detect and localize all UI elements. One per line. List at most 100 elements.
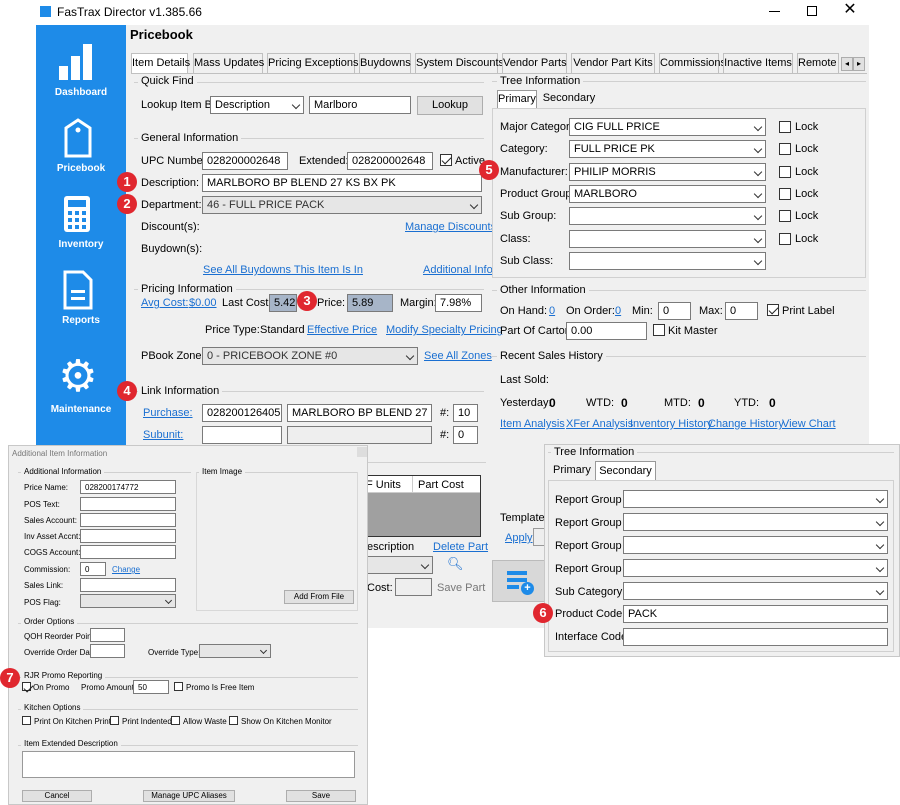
product-group-lock-checkbox[interactable] bbox=[779, 188, 791, 200]
product-group-select[interactable]: MARLBORO bbox=[569, 185, 766, 203]
purchase-link[interactable]: Purchase: bbox=[143, 407, 193, 419]
min-input[interactable]: 0 bbox=[658, 302, 691, 320]
avg-cost-link[interactable]: Avg Cost: bbox=[141, 297, 189, 309]
purchase-qty-input[interactable]: 10 bbox=[453, 404, 478, 422]
tree-tab-secondary[interactable]: Secondary bbox=[539, 90, 599, 108]
tab-scroll-right-button[interactable]: ▸ bbox=[853, 57, 865, 71]
manufacturer-lock-checkbox[interactable] bbox=[779, 166, 791, 178]
subunit-link[interactable]: Subunit: bbox=[143, 429, 183, 441]
product-code-input[interactable]: PACK bbox=[623, 605, 888, 623]
margin-input[interactable]: 7.98% bbox=[435, 294, 482, 312]
sub-category-select[interactable] bbox=[623, 582, 888, 600]
secondary-tab-secondary[interactable]: Secondary bbox=[595, 461, 656, 481]
on-hand-value[interactable]: 0 bbox=[549, 305, 555, 317]
extended-input[interactable]: 028200002648 bbox=[347, 152, 433, 170]
search-icon[interactable]: 🔍︎ bbox=[447, 557, 464, 570]
modify-specialty-link[interactable]: Modify Specialty Pricing bbox=[386, 324, 503, 336]
minimize-icon[interactable] bbox=[769, 11, 780, 12]
upc-input[interactable]: 028200002648 bbox=[202, 152, 288, 170]
lookup-query-input[interactable]: Marlboro bbox=[309, 96, 411, 114]
manufacturer-select[interactable]: PHILIP MORRIS bbox=[569, 163, 766, 181]
delete-part-link[interactable]: Delete Part bbox=[433, 541, 488, 553]
cancel-button[interactable]: Cancel bbox=[22, 790, 92, 802]
department-select[interactable]: 46 - FULL PRICE PACK bbox=[202, 196, 482, 214]
report-group-2-select[interactable] bbox=[623, 513, 888, 531]
max-input[interactable]: 0 bbox=[725, 302, 758, 320]
promo-free-checkbox[interactable] bbox=[174, 682, 183, 691]
qoh-input[interactable] bbox=[90, 628, 125, 642]
add-from-file-button[interactable]: Add From File bbox=[284, 590, 354, 604]
purchase-desc-input[interactable]: MARLBORO BP BLEND 27 KS BX bbox=[287, 404, 432, 422]
tab-buydowns[interactable]: Buydowns bbox=[359, 53, 411, 73]
additional-info-link[interactable]: Additional Info bbox=[423, 264, 493, 276]
promo-amount-input[interactable]: 50 bbox=[133, 680, 169, 694]
save-button[interactable]: Save bbox=[286, 790, 356, 802]
inventory-history-link[interactable]: Inventory History bbox=[630, 418, 713, 430]
tab-scroll-left-button[interactable]: ◂ bbox=[841, 57, 853, 71]
avg-cost-value[interactable]: $0.00 bbox=[189, 297, 217, 309]
tab-inactive-items[interactable]: Inactive Items bbox=[723, 53, 793, 73]
commission-input[interactable]: 0 bbox=[80, 562, 106, 576]
on-order-value[interactable]: 0 bbox=[615, 305, 621, 317]
major-category-lock-checkbox[interactable] bbox=[779, 121, 791, 133]
subunit-qty-input[interactable]: 0 bbox=[453, 426, 478, 444]
sub-group-lock-checkbox[interactable] bbox=[779, 210, 791, 222]
sales-link-input[interactable] bbox=[80, 578, 176, 592]
cogs-input[interactable] bbox=[80, 545, 176, 559]
pos-text-input[interactable] bbox=[80, 497, 176, 511]
class-select[interactable] bbox=[569, 230, 766, 248]
close-icon[interactable]: ✕ bbox=[843, 2, 857, 18]
part-of-carton-input[interactable]: 0.00 bbox=[566, 322, 647, 340]
xfer-analysis-link[interactable]: XFer Analysis bbox=[566, 418, 633, 430]
see-all-zones-link[interactable]: See All Zones bbox=[424, 350, 492, 362]
description-input[interactable]: MARLBORO BP BLEND 27 KS BX PK bbox=[202, 174, 482, 192]
maximize-icon[interactable] bbox=[807, 6, 817, 16]
class-lock-checkbox[interactable] bbox=[779, 233, 791, 245]
lookup-by-select[interactable]: Description bbox=[210, 96, 304, 114]
pbook-zone-select[interactable]: 0 - PRICEBOOK ZONE #0 bbox=[202, 347, 418, 365]
on-promo-checkbox[interactable] bbox=[22, 682, 31, 691]
kitchen-print-checkbox[interactable] bbox=[22, 716, 31, 725]
tab-vendor-part-kits[interactable]: Vendor Part Kits bbox=[571, 53, 655, 73]
override-type-select[interactable] bbox=[199, 644, 271, 658]
print-label-checkbox[interactable] bbox=[767, 304, 779, 316]
tab-commissions[interactable]: Commissions bbox=[659, 53, 726, 73]
report-group-3-select[interactable] bbox=[623, 536, 888, 554]
dialog-close-icon[interactable] bbox=[357, 447, 367, 457]
major-category-select[interactable]: CIG FULL PRICE bbox=[569, 118, 766, 136]
category-select[interactable]: FULL PRICE PK bbox=[569, 140, 766, 158]
sales-account-input[interactable] bbox=[80, 513, 176, 527]
print-indented-checkbox[interactable] bbox=[110, 716, 119, 725]
add-template-button[interactable]: + bbox=[492, 560, 546, 602]
price-name-input[interactable]: 028200174772 bbox=[80, 480, 176, 494]
last-cost-input[interactable]: 5.42 bbox=[269, 294, 297, 312]
secondary-tab-primary[interactable]: Primary bbox=[551, 462, 593, 480]
tree-tab-primary[interactable]: Primary bbox=[497, 90, 537, 109]
tab-item-details[interactable]: Item Details bbox=[131, 53, 190, 74]
commission-change-link[interactable]: Change bbox=[112, 565, 140, 574]
vendor-cost-input[interactable] bbox=[395, 578, 432, 596]
effective-price-link[interactable]: Effective Price bbox=[307, 324, 377, 336]
kit-master-checkbox[interactable] bbox=[653, 324, 665, 336]
sub-group-select[interactable] bbox=[569, 207, 766, 225]
extended-desc-textarea[interactable] bbox=[22, 751, 355, 778]
vendor-select[interactable] bbox=[367, 556, 433, 574]
report-group-4-select[interactable] bbox=[623, 559, 888, 577]
templates-apply-link[interactable]: Apply bbox=[505, 532, 533, 544]
purchase-upc-input[interactable]: 028200126405 bbox=[202, 404, 282, 422]
change-history-link[interactable]: Change History bbox=[708, 418, 784, 430]
item-analysis-link[interactable]: Item Analysis bbox=[500, 418, 565, 430]
tab-system-discounts[interactable]: System Discounts bbox=[415, 53, 504, 73]
view-chart-link[interactable]: View Chart bbox=[782, 418, 836, 430]
tab-mass-updates[interactable]: Mass Updates bbox=[193, 53, 264, 73]
tab-remote[interactable]: Remote S bbox=[797, 53, 839, 73]
report-group-1-select[interactable] bbox=[623, 490, 888, 508]
inv-asset-input[interactable] bbox=[80, 529, 176, 543]
tab-pricing-exceptions[interactable]: Pricing Exceptions bbox=[267, 53, 359, 73]
active-checkbox[interactable] bbox=[440, 154, 452, 166]
manage-discounts-link[interactable]: Manage Discounts bbox=[405, 221, 496, 233]
save-part-label[interactable]: Save Part bbox=[437, 582, 485, 594]
override-days-input[interactable] bbox=[90, 644, 125, 658]
sub-class-select[interactable] bbox=[569, 252, 766, 270]
category-lock-checkbox[interactable] bbox=[779, 143, 791, 155]
